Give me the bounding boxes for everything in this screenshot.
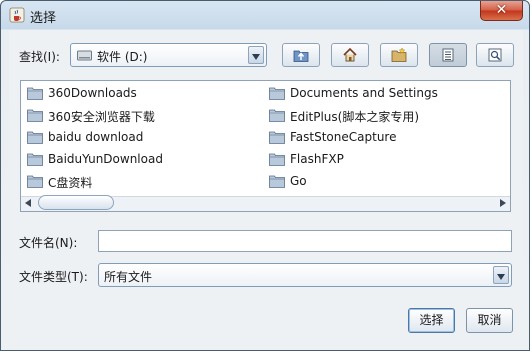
chevron-down-icon[interactable] <box>248 46 264 64</box>
horizontal-scrollbar[interactable] <box>21 195 510 211</box>
lookin-value: 软件 (D:) <box>97 50 148 64</box>
title-bar[interactable]: 选择 ✕ <box>1 1 529 29</box>
lookin-combobox[interactable]: 软件 (D:) <box>70 43 267 67</box>
file-list[interactable]: 360Downloads 360安全浏览器下载 baidu download B… <box>20 80 511 212</box>
details-view-button[interactable] <box>476 43 514 67</box>
folder-icon <box>27 87 43 100</box>
scroll-right-icon[interactable] <box>500 199 506 207</box>
folder-icon <box>27 153 43 166</box>
filetype-value: 所有文件 <box>104 270 153 284</box>
new-folder-button[interactable] <box>380 43 418 67</box>
up-one-level-button[interactable] <box>282 43 320 67</box>
java-cup-icon <box>9 7 25 23</box>
scroll-left-icon[interactable] <box>25 199 31 207</box>
new-folder-icon <box>391 47 407 62</box>
cancel-button[interactable]: 取消 <box>466 308 513 333</box>
folder-icon <box>269 109 285 122</box>
home-icon <box>343 47 357 62</box>
scrollbar-thumb[interactable] <box>38 195 114 210</box>
close-icon: ✕ <box>495 2 508 18</box>
file-chooser-dialog: 选择 ✕ 查找(I): 软件 (D:) 360Downloads 360安全浏览… <box>0 0 530 351</box>
select-button[interactable]: 选择 <box>408 308 455 333</box>
drive-icon <box>77 50 92 61</box>
filetype-label: 文件类型(T): <box>19 270 88 284</box>
filename-input[interactable] <box>98 230 512 252</box>
chevron-down-icon[interactable] <box>493 266 509 284</box>
list-view-icon <box>442 48 454 62</box>
up-folder-icon <box>293 50 309 62</box>
folder-icon <box>269 131 285 144</box>
details-view-icon <box>488 48 502 62</box>
folder-icon <box>269 153 285 166</box>
close-button[interactable]: ✕ <box>480 1 523 21</box>
filetype-combobox[interactable]: 所有文件 <box>98 263 512 287</box>
dialog-content: 查找(I): 软件 (D:) 360Downloads 360安全浏览器下载 b… <box>9 30 523 346</box>
window-title: 选择 <box>30 11 57 26</box>
filename-label: 文件名(N): <box>19 236 78 250</box>
folder-icon <box>27 175 43 188</box>
folder-icon <box>27 131 43 144</box>
lookin-label: 查找(I): <box>19 50 60 64</box>
list-view-button[interactable] <box>429 43 467 67</box>
home-button[interactable] <box>331 43 369 67</box>
folder-icon <box>269 87 285 100</box>
folder-icon <box>27 109 43 122</box>
folder-icon <box>269 175 285 188</box>
